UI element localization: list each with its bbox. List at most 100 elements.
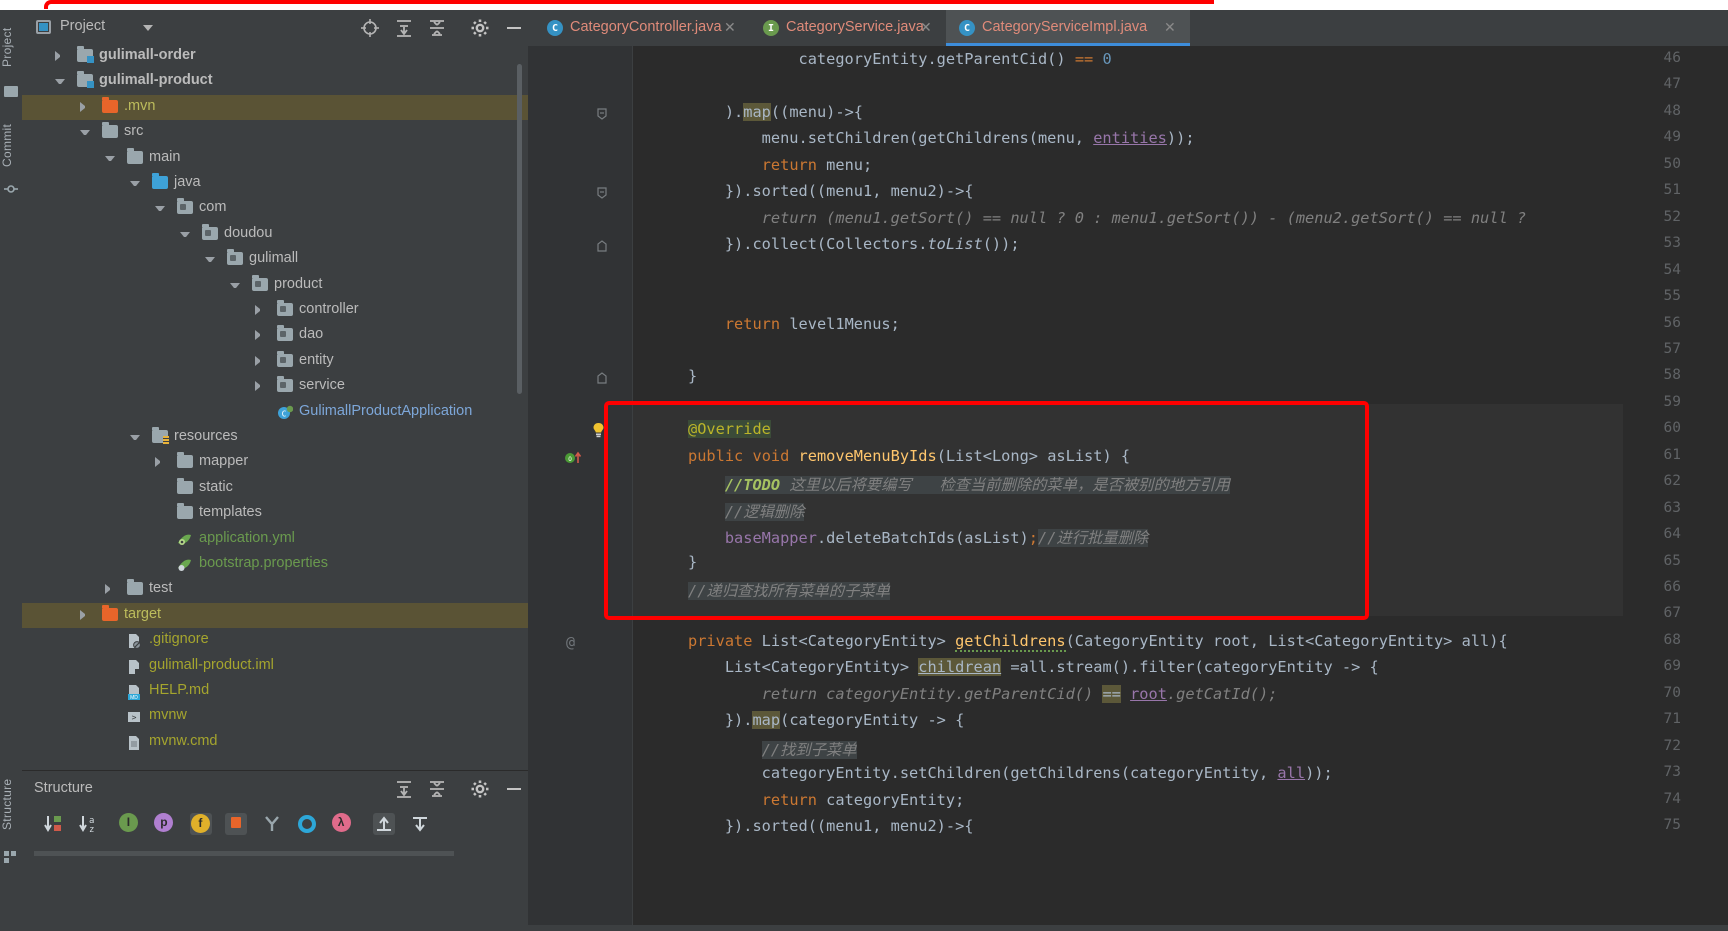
- tree-item[interactable]: gulimall-product.iml: [22, 654, 528, 679]
- project-tree[interactable]: gulimall-order gulimall-product .mvn src mai…: [22, 44, 528, 770]
- chevron-down-icon[interactable]: [105, 155, 115, 166]
- chevron-down-icon[interactable]: [130, 435, 140, 445]
- tree-item[interactable]: C GulimallProductApplication: [22, 400, 528, 425]
- java-interface-icon: I: [763, 20, 779, 36]
- tree-item-label: target: [124, 605, 162, 622]
- chevron-down-icon[interactable]: [143, 25, 153, 31]
- sort-by-visibility-icon[interactable]: [42, 813, 64, 835]
- tree-item[interactable]: product: [22, 273, 528, 298]
- tree-item[interactable]: test: [22, 577, 528, 602]
- editor-tab[interactable]: I CategoryService.java ✕: [750, 10, 946, 46]
- expand-all-icon[interactable]: [394, 18, 414, 38]
- close-icon[interactable]: ✕: [724, 19, 736, 36]
- chevron-down-icon[interactable]: [180, 231, 190, 242]
- tree-item[interactable]: java: [22, 171, 528, 196]
- editor-gutter[interactable]: [528, 46, 633, 931]
- tree-item[interactable]: service: [22, 374, 528, 399]
- tree-item[interactable]: > mvnw: [22, 704, 528, 729]
- package-folder: [277, 300, 293, 317]
- structure-settings-gear-icon[interactable]: [470, 779, 490, 799]
- chevron-right-icon[interactable]: [155, 457, 165, 468]
- rail-item-structure[interactable]: Structure: [0, 766, 22, 842]
- show-inherited-icon[interactable]: I: [118, 813, 141, 835]
- chevron-down-icon[interactable]: [130, 181, 140, 191]
- tree-item-label: gulimall-product.iml: [149, 656, 274, 673]
- collapse-all-icon[interactable]: [427, 18, 447, 38]
- show-properties-icon[interactable]: p: [154, 813, 176, 835]
- chevron-right-icon[interactable]: [80, 101, 90, 112]
- tree-item[interactable]: .mvn: [22, 94, 528, 121]
- structure-hide-panel-icon[interactable]: [504, 779, 524, 799]
- tree-item[interactable]: dao: [22, 323, 528, 348]
- fold-collapse-icon[interactable]: [596, 107, 610, 121]
- project-tree-scrollbar[interactable]: [517, 64, 522, 394]
- chevron-down-icon[interactable]: [230, 282, 240, 293]
- tree-item[interactable]: entity: [22, 349, 528, 374]
- chevron-down-icon[interactable]: [80, 130, 90, 140]
- editor-tab[interactable]: C CategoryController.java ✕: [534, 10, 750, 46]
- hide-panel-icon[interactable]: [504, 18, 524, 38]
- code-line: }).sorted((menu1, menu2)->{: [688, 182, 974, 201]
- chevron-right-icon[interactable]: [255, 305, 265, 315]
- intention-lightbulb-icon[interactable]: [591, 422, 605, 438]
- structure-scrollbar[interactable]: [34, 851, 454, 856]
- structure-expand-all-icon[interactable]: [394, 779, 414, 799]
- show-lambdas-icon[interactable]: λ: [331, 813, 354, 835]
- fold-expand-icon[interactable]: [596, 239, 610, 253]
- chevron-right-icon[interactable]: [255, 381, 265, 392]
- tree-item-label: mvnw.cmd: [149, 732, 218, 749]
- tree-item[interactable]: mapper: [22, 450, 528, 475]
- code-editor[interactable]: 46 47 48 49 50 51 52 53 54 55 56 57 58 59 60 61 O 62 63 64 6…: [528, 46, 1728, 931]
- code-content[interactable]: categoryEntity.getParentCid() == 0 ).map…: [633, 46, 1728, 931]
- tree-item[interactable]: bootstrap.properties: [22, 552, 528, 577]
- sort-alphabetically-icon[interactable]: az: [77, 813, 99, 835]
- structure-collapse-all-icon[interactable]: [427, 779, 447, 799]
- expand-tree-icon[interactable]: [373, 813, 396, 835]
- chevron-right-icon[interactable]: [80, 609, 90, 620]
- tree-item[interactable]: templates: [22, 501, 528, 526]
- rail-item-commit[interactable]: Commit: [0, 114, 22, 176]
- chevron-right-icon[interactable]: [255, 330, 265, 341]
- tree-item[interactable]: static: [22, 476, 528, 501]
- show-anonymous-classes-icon[interactable]: [261, 813, 283, 835]
- chevron-down-icon[interactable]: [205, 257, 215, 267]
- structure-rail-icon: [4, 850, 18, 864]
- tree-item[interactable]: doudou: [22, 222, 528, 247]
- code-line: List<CategoryEntity> childrean =all.stre…: [688, 658, 1379, 677]
- locate-icon[interactable]: [360, 18, 380, 38]
- tree-item[interactable]: gulimall-order: [22, 44, 528, 69]
- tree-item[interactable]: com: [22, 196, 528, 221]
- close-icon[interactable]: ✕: [920, 19, 932, 36]
- tree-item[interactable]: gulimall-product: [22, 69, 528, 94]
- tree-item[interactable]: target: [22, 602, 528, 629]
- editor-tab[interactable]: C CategoryServiceImpl.java ✕: [946, 10, 1190, 46]
- tree-item-label: controller: [299, 301, 359, 317]
- tree-item[interactable]: application.yml: [22, 527, 528, 552]
- tree-item[interactable]: resources: [22, 425, 528, 450]
- code-line: return categoryEntity;: [761, 790, 965, 809]
- tree-item[interactable]: src: [22, 120, 528, 145]
- chevron-right-icon[interactable]: [105, 584, 115, 595]
- show-interfaces-icon[interactable]: [296, 813, 318, 835]
- show-fields-icon[interactable]: f: [189, 813, 212, 835]
- chevron-right-icon[interactable]: [55, 51, 65, 61]
- fold-expand-icon[interactable]: [596, 371, 610, 385]
- fold-collapse-icon[interactable]: [596, 186, 610, 200]
- chevron-down-icon[interactable]: [155, 206, 165, 216]
- close-icon[interactable]: ✕: [1164, 19, 1176, 36]
- settings-gear-icon[interactable]: [470, 18, 490, 38]
- tree-item[interactable]: .gitignore: [22, 628, 528, 653]
- implementing-method-icon[interactable]: O: [564, 451, 582, 465]
- show-non-public-icon[interactable]: [225, 813, 248, 835]
- markdown-file-icon: MD: [127, 684, 143, 701]
- tree-item[interactable]: mvnw.cmd: [22, 730, 528, 755]
- tree-item[interactable]: controller: [22, 298, 528, 323]
- collapse-tree-icon[interactable]: [409, 813, 431, 835]
- rail-item-project[interactable]: Project: [0, 16, 22, 78]
- chevron-right-icon[interactable]: [255, 355, 265, 366]
- tree-item[interactable]: MD HELP.md: [22, 679, 528, 704]
- usage-marker-icon[interactable]: @: [566, 633, 580, 651]
- tree-item[interactable]: main: [22, 146, 528, 171]
- chevron-down-icon[interactable]: [55, 79, 65, 89]
- tree-item[interactable]: gulimall: [22, 247, 528, 272]
